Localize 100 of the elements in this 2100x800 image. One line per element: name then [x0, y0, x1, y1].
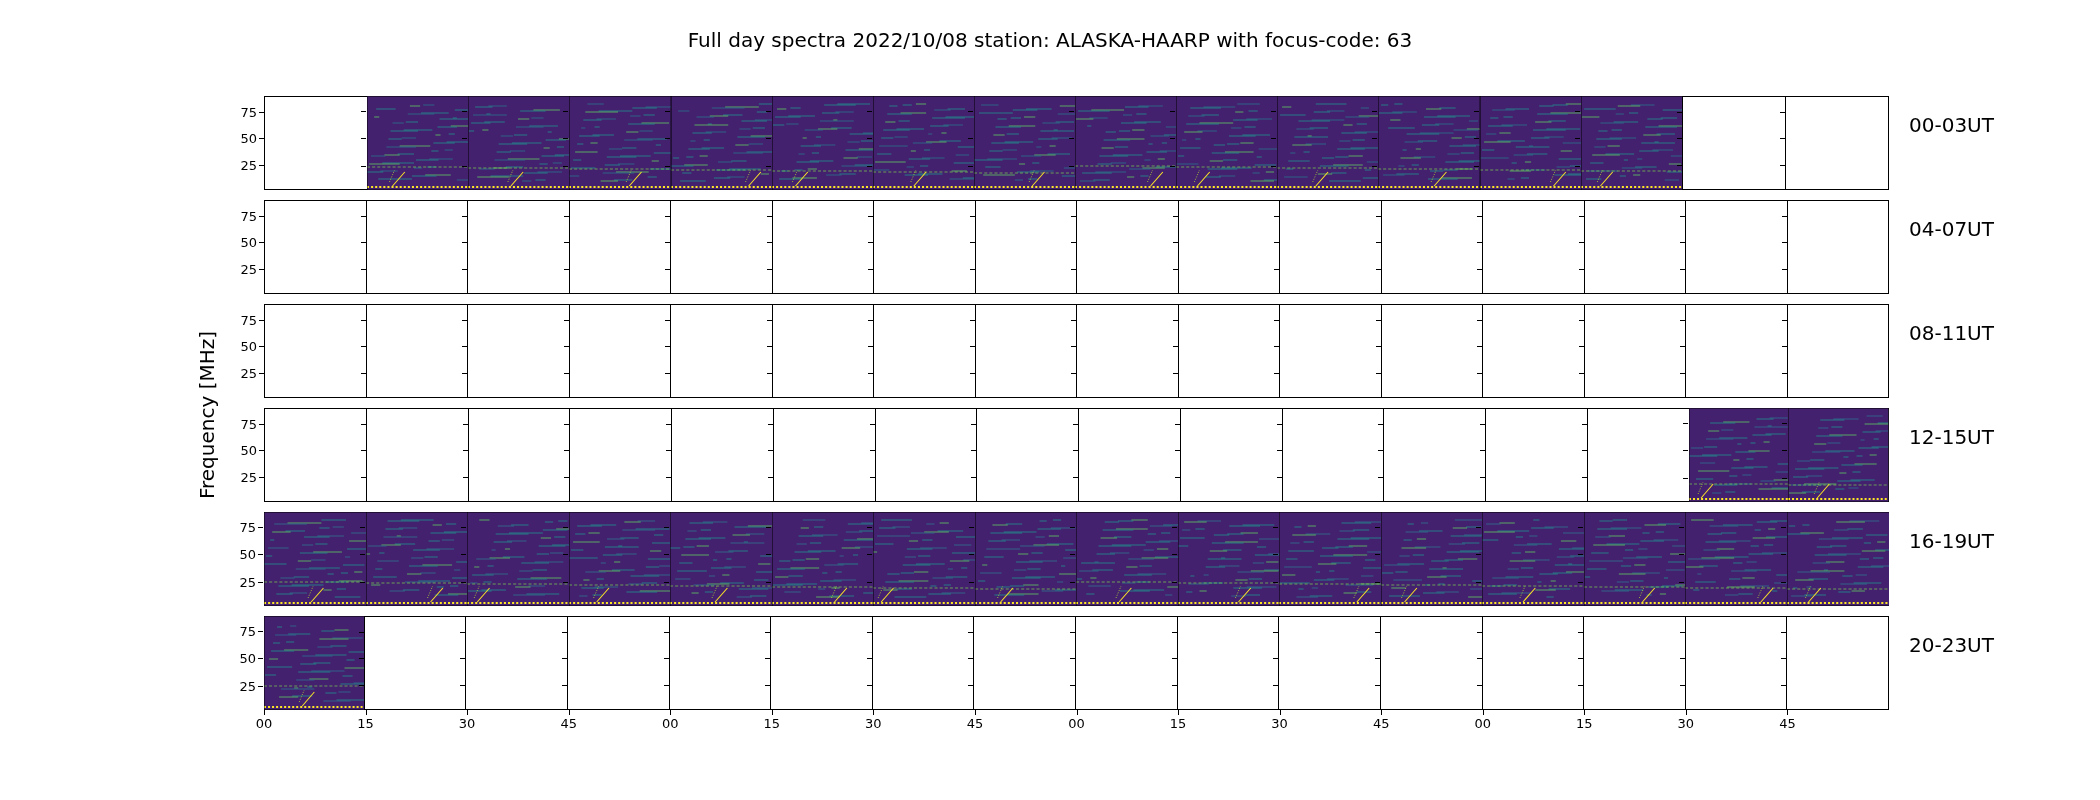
y-tick-label: 50 — [240, 339, 257, 353]
tick-mark — [1476, 581, 1481, 583]
y-tick-label: 25 — [239, 575, 256, 589]
tick-mark — [1372, 138, 1378, 140]
tick-mark — [1170, 138, 1176, 140]
tick-mark — [562, 581, 568, 583]
tick-mark — [563, 111, 569, 113]
tick-mark — [1070, 581, 1075, 583]
tick-mark — [1070, 554, 1075, 556]
y-tick-label: 25 — [240, 158, 257, 172]
tick-mark — [1679, 581, 1684, 583]
row-label: 00-03UT — [1909, 112, 1994, 139]
y-tick-label: 75 — [240, 209, 257, 223]
y-axis-label: Frequency [MHz] — [194, 330, 220, 500]
x-tick-label: 30 — [1271, 717, 1288, 730]
row-label: 20-23UT — [1909, 632, 1994, 659]
tick-mark — [664, 165, 670, 167]
row-label: 16-19UT — [1909, 528, 1994, 555]
y-tick-label: 25 — [240, 262, 257, 276]
tick-mark — [461, 554, 466, 556]
tick-mark — [563, 138, 569, 140]
tick-mark — [1171, 554, 1177, 556]
tick-mark — [258, 581, 263, 583]
tick-mark — [462, 111, 468, 113]
y-tick-label: 50 — [239, 547, 256, 561]
tick-mark — [1476, 527, 1481, 529]
x-tick-label: 30 — [865, 717, 882, 730]
tick-mark — [1574, 138, 1580, 140]
tick-mark — [968, 554, 974, 556]
tick-mark — [1273, 581, 1278, 583]
tick-mark — [867, 527, 872, 529]
tick-mark — [461, 581, 466, 583]
tick-mark — [867, 554, 872, 556]
tick-mark — [1679, 554, 1684, 556]
tick-mark — [258, 631, 263, 633]
tick-mark — [1069, 165, 1074, 167]
x-tick-label: 15 — [763, 717, 781, 730]
tick-mark — [1782, 423, 1788, 425]
x-tick-label: 15 — [1576, 717, 1593, 730]
tick-mark — [765, 111, 771, 113]
x-tick-label: 00 — [255, 717, 273, 730]
tick-mark — [1577, 554, 1583, 556]
tick-mark — [258, 685, 263, 687]
x-tick-label: 30 — [458, 717, 476, 730]
y-tick-label: 25 — [239, 679, 256, 693]
y-tick-label: 50 — [239, 651, 256, 665]
tick-mark — [765, 527, 771, 529]
tick-mark — [765, 581, 771, 583]
tick-mark — [765, 138, 771, 140]
tick-mark — [968, 581, 974, 583]
tick-mark — [967, 165, 973, 167]
y-tick-label: 75 — [239, 520, 256, 534]
tick-mark — [1070, 527, 1075, 529]
x-tick-label: 00 — [1068, 717, 1085, 730]
x-tick-label: 15 — [1169, 717, 1187, 730]
tick-mark — [1574, 111, 1580, 113]
row-label: 08-11UT — [1909, 320, 1994, 347]
x-tick-label: 45 — [1372, 717, 1390, 730]
y-tick-label: 75 — [240, 313, 257, 327]
x-tick-label: 30 — [1677, 717, 1695, 730]
x-tick-label: 45 — [560, 717, 577, 730]
y-tick-label: 50 — [240, 235, 257, 249]
tick-mark — [1574, 165, 1580, 167]
tick-mark — [866, 111, 872, 113]
tick-mark — [1476, 554, 1481, 556]
tick-mark — [1473, 138, 1479, 140]
tick-mark — [1069, 111, 1074, 113]
tick-mark — [1271, 165, 1277, 167]
tick-mark — [1679, 527, 1684, 529]
tick-mark — [359, 554, 365, 556]
tick-mark — [1577, 581, 1583, 583]
tick-mark — [1780, 554, 1786, 556]
tick-mark — [461, 527, 466, 529]
tick-mark — [258, 658, 263, 660]
tick-mark — [1069, 138, 1074, 140]
tick-mark — [664, 527, 669, 529]
tick-mark — [562, 527, 568, 529]
x-tick-label: 45 — [966, 717, 984, 730]
y-tick-label: 50 — [240, 131, 257, 145]
tick-mark — [867, 581, 872, 583]
tick-mark — [1782, 450, 1788, 452]
tick-mark — [258, 527, 263, 529]
tick-mark — [562, 554, 568, 556]
tick-mark — [1473, 111, 1479, 113]
tick-mark — [765, 165, 771, 167]
y-tick-label: 75 — [239, 624, 256, 638]
tick-mark — [664, 581, 669, 583]
x-tick-label: 45 — [1779, 717, 1796, 730]
tick-mark — [359, 527, 365, 529]
x-tick-label: 00 — [1474, 717, 1491, 730]
tick-mark — [1273, 527, 1278, 529]
x-tick-label: 00 — [662, 717, 679, 730]
tick-mark — [664, 138, 670, 140]
x-tick-label: 15 — [357, 717, 374, 730]
tick-mark — [563, 165, 569, 167]
y-tick-label: 75 — [240, 417, 257, 431]
row-label: 12-15UT — [1909, 424, 1994, 451]
y-tick-label: 50 — [240, 443, 257, 457]
tick-mark — [1374, 581, 1380, 583]
tick-mark — [1374, 527, 1380, 529]
